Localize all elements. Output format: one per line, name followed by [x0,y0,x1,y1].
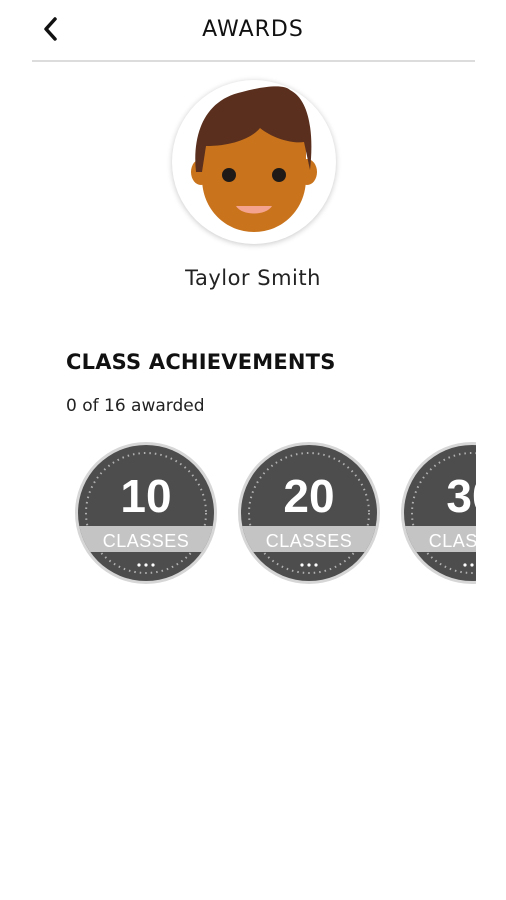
badge-caption: CLASSES [266,531,353,551]
user-name: Taylor Smith [185,266,321,290]
header: AWARDS [0,0,506,62]
badge-carousel[interactable]: 10 CLASSES 20 CLASSES 30 CLASSES [0,440,476,586]
badge-number: 10 [120,470,171,522]
badge-caption: CLASSES [429,531,476,551]
badge-icon: 10 CLASSES [75,442,217,584]
header-divider [32,60,475,62]
badge-caption: CLASSES [103,531,190,551]
badge-icon: 20 CLASSES [238,442,380,584]
badge-20-classes[interactable]: 20 CLASSES [236,440,382,586]
badge-icon: 30 CLASSES [401,442,476,584]
section-title: CLASS ACHIEVEMENTS [66,350,336,374]
avatar [172,80,336,244]
badge-number: 20 [283,470,334,522]
user-avatar-icon [191,86,317,232]
badge-30-classes[interactable]: 30 CLASSES [399,440,476,586]
page-title: AWARDS [202,17,304,42]
badge-number: 30 [446,470,476,522]
awarded-count: 0 of 16 awarded [66,396,205,416]
badge-10-classes[interactable]: 10 CLASSES [73,440,219,586]
